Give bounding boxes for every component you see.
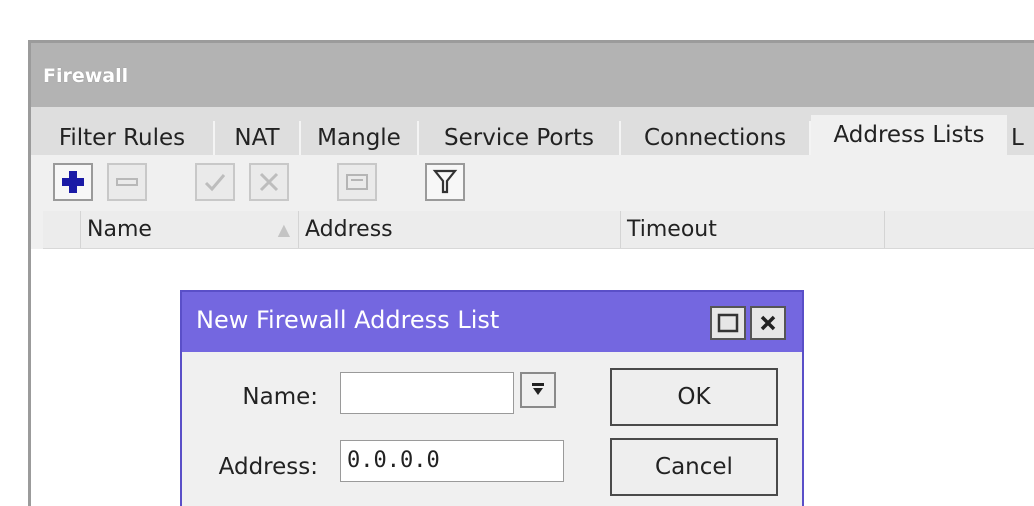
dropdown-icon: [532, 383, 544, 395]
sort-icon: ▲: [277, 220, 290, 239]
header-checkbox-col: [43, 211, 81, 248]
dialog-titlebar[interactable]: New Firewall Address List: [182, 292, 802, 352]
enable-button[interactable]: [195, 163, 235, 201]
tab-service-ports[interactable]: Service Ports: [419, 121, 621, 155]
remove-icon: [116, 178, 138, 186]
maximize-icon: [717, 313, 739, 333]
column-header-empty: [885, 211, 1034, 248]
add-icon: [62, 171, 84, 193]
tab-mangle[interactable]: Mangle: [301, 121, 419, 155]
name-field[interactable]: [340, 372, 514, 414]
filter-button[interactable]: [425, 163, 465, 201]
comment-button[interactable]: [337, 163, 377, 201]
enable-icon: [204, 174, 226, 192]
name-label: Name:: [242, 384, 318, 410]
dialog-title: New Firewall Address List: [196, 306, 500, 334]
tab-partial[interactable]: L: [1007, 121, 1034, 155]
new-address-list-dialog: New Firewall Address List Name: Address:…: [180, 290, 804, 506]
name-dropdown-button[interactable]: [520, 372, 556, 408]
tab-nat[interactable]: NAT: [215, 121, 301, 155]
add-button[interactable]: [53, 163, 93, 201]
address-label: Address:: [218, 454, 318, 480]
close-button[interactable]: [750, 306, 786, 340]
disable-button[interactable]: [249, 163, 289, 201]
tab-connections[interactable]: Connections: [621, 121, 811, 155]
tab-filter-rules[interactable]: Filter Rules: [31, 121, 215, 155]
window-title: Firewall: [43, 65, 129, 87]
window-titlebar: Firewall: [31, 43, 1034, 107]
maximize-button[interactable]: [710, 306, 746, 340]
tab-strip: Filter Rules NAT Mangle Service Ports Co…: [31, 107, 1034, 157]
close-icon: [760, 315, 776, 331]
toolbar: [31, 155, 1034, 207]
remove-button[interactable]: [107, 163, 147, 201]
column-header-address[interactable]: Address: [299, 211, 621, 248]
column-header-name[interactable]: Name ▲: [81, 211, 299, 248]
ok-button[interactable]: OK: [610, 368, 778, 426]
comment-icon: [346, 174, 368, 190]
column-header-timeout[interactable]: Timeout: [621, 211, 885, 248]
column-header-name-label: Name: [87, 217, 152, 242]
address-field[interactable]: 0.0.0.0: [340, 440, 564, 482]
disable-icon: [259, 172, 279, 192]
tab-address-lists[interactable]: Address Lists: [811, 115, 1007, 157]
table-header: Name ▲ Address Timeout: [43, 211, 1034, 249]
cancel-button[interactable]: Cancel: [610, 438, 778, 496]
filter-icon: [432, 169, 458, 194]
